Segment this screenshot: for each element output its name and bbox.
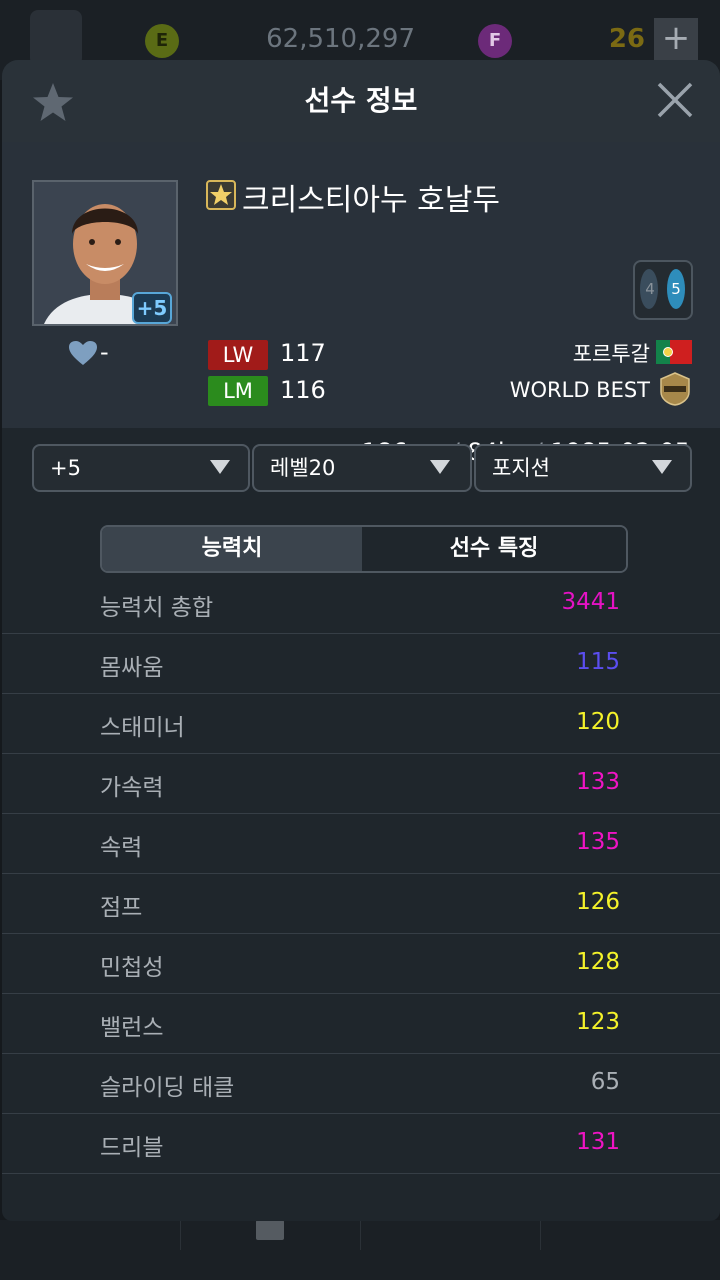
stat-label: 밸런스 (100, 1015, 164, 1041)
weak-foot-value: 4 (645, 280, 655, 298)
stat-value: 3441 (561, 589, 620, 615)
chevron-down-icon (430, 460, 450, 474)
level-dropdown[interactable]: 레벨20 (252, 444, 472, 492)
stat-value: 135 (576, 829, 620, 855)
stat-row: 밸런스 123 (2, 994, 720, 1054)
stat-value: 120 (576, 709, 620, 735)
player-profile: +5 - 크리스티아누 호날두 4 5 LW 117 LM 116 포르투갈 W… (2, 142, 720, 466)
stat-row: 몸싸움 115 (2, 634, 720, 694)
lock-icon (256, 1220, 284, 1240)
stat-label: 점프 (100, 895, 143, 921)
bottom-nav (0, 1220, 720, 1280)
tab-ability[interactable]: 능력치 (102, 527, 362, 571)
stat-row: 드리블 131 (2, 1114, 720, 1174)
stat-label: 슬라이딩 태클 (100, 1075, 235, 1101)
tab-traits[interactable]: 선수 특징 (362, 527, 626, 571)
dropdown-label: 포지션 (492, 456, 550, 480)
stat-value: 128 (576, 949, 620, 975)
dropdown-label: +5 (50, 456, 81, 480)
info-tabs: 능력치 선수 특징 (100, 525, 628, 573)
player-name: 크리스티아누 호날두 (242, 183, 500, 218)
stat-value: 126 (576, 889, 620, 915)
stat-row: 능력치 총합 3441 (2, 586, 720, 634)
dropdown-label: 레벨20 (270, 456, 336, 480)
enhance-badge: +5 (132, 292, 172, 324)
stat-value: 133 (576, 769, 620, 795)
player-info-modal: 선수 정보 +5 - 크리스티아누 호날두 4 5 LW 117 LM 116 … (2, 60, 720, 1221)
ep-coin-icon: E (145, 24, 179, 58)
stat-row: 속력 135 (2, 814, 720, 874)
add-currency-button[interactable]: + (654, 18, 698, 60)
stat-label: 몸싸움 (100, 655, 164, 681)
stat-value: 123 (576, 1009, 620, 1035)
enhance-level-dropdown[interactable]: +5 (32, 444, 250, 492)
like-count: - (100, 338, 109, 366)
foot-skill-box: 4 5 (633, 260, 693, 320)
portugal-flag-icon (656, 340, 692, 364)
manager-icon[interactable] (30, 10, 82, 66)
stat-label: 민첩성 (100, 955, 164, 981)
stat-row: 가속력 133 (2, 754, 720, 814)
modal-header: 선수 정보 (2, 60, 720, 142)
position-tag-lw: LW (208, 340, 268, 370)
position-ovr-lw: 117 (280, 339, 326, 367)
nav-divider (540, 1220, 541, 1250)
season-label: WORLD BEST (509, 378, 650, 402)
stat-row: 민첩성 128 (2, 934, 720, 994)
strong-foot-value: 5 (671, 280, 681, 298)
position-ovr-lm: 116 (280, 376, 326, 404)
nav-divider (360, 1220, 361, 1250)
stat-value: 115 (576, 649, 620, 675)
position-tag-lm: LM (208, 376, 268, 406)
star-icon (206, 180, 236, 210)
heart-icon[interactable] (68, 340, 98, 366)
fc-balance: 26 (608, 24, 645, 54)
nationality: 포르투갈 (572, 342, 650, 366)
ep-balance: 62,510,297 (266, 24, 415, 54)
stats-list[interactable]: 능력치 총합 3441 몸싸움 115 스태미너 120 가속력 133 속력 135 점프 126 민… (2, 586, 720, 1176)
stat-value: 131 (576, 1129, 620, 1155)
stat-label: 드리블 (100, 1135, 164, 1161)
modal-title: 선수 정보 (304, 84, 418, 117)
player-photo: +5 (32, 180, 178, 326)
stat-label: 스태미너 (100, 715, 185, 741)
stat-label: 능력치 총합 (100, 595, 214, 621)
stat-row: 점프 126 (2, 874, 720, 934)
fc-coin-icon: F (478, 24, 512, 58)
nav-divider (180, 1220, 181, 1250)
chevron-down-icon (652, 460, 672, 474)
position-dropdown[interactable]: 포지션 (474, 444, 692, 492)
stat-row: 스태미너 120 (2, 694, 720, 754)
chevron-down-icon (210, 460, 230, 474)
stat-label: 속력 (100, 835, 143, 861)
stat-label: 가속력 (100, 775, 164, 801)
world-best-badge-icon (660, 372, 690, 406)
stat-value: 65 (590, 1069, 620, 1095)
stat-row: 슬라이딩 태클 65 (2, 1054, 720, 1114)
close-icon[interactable] (655, 80, 695, 120)
